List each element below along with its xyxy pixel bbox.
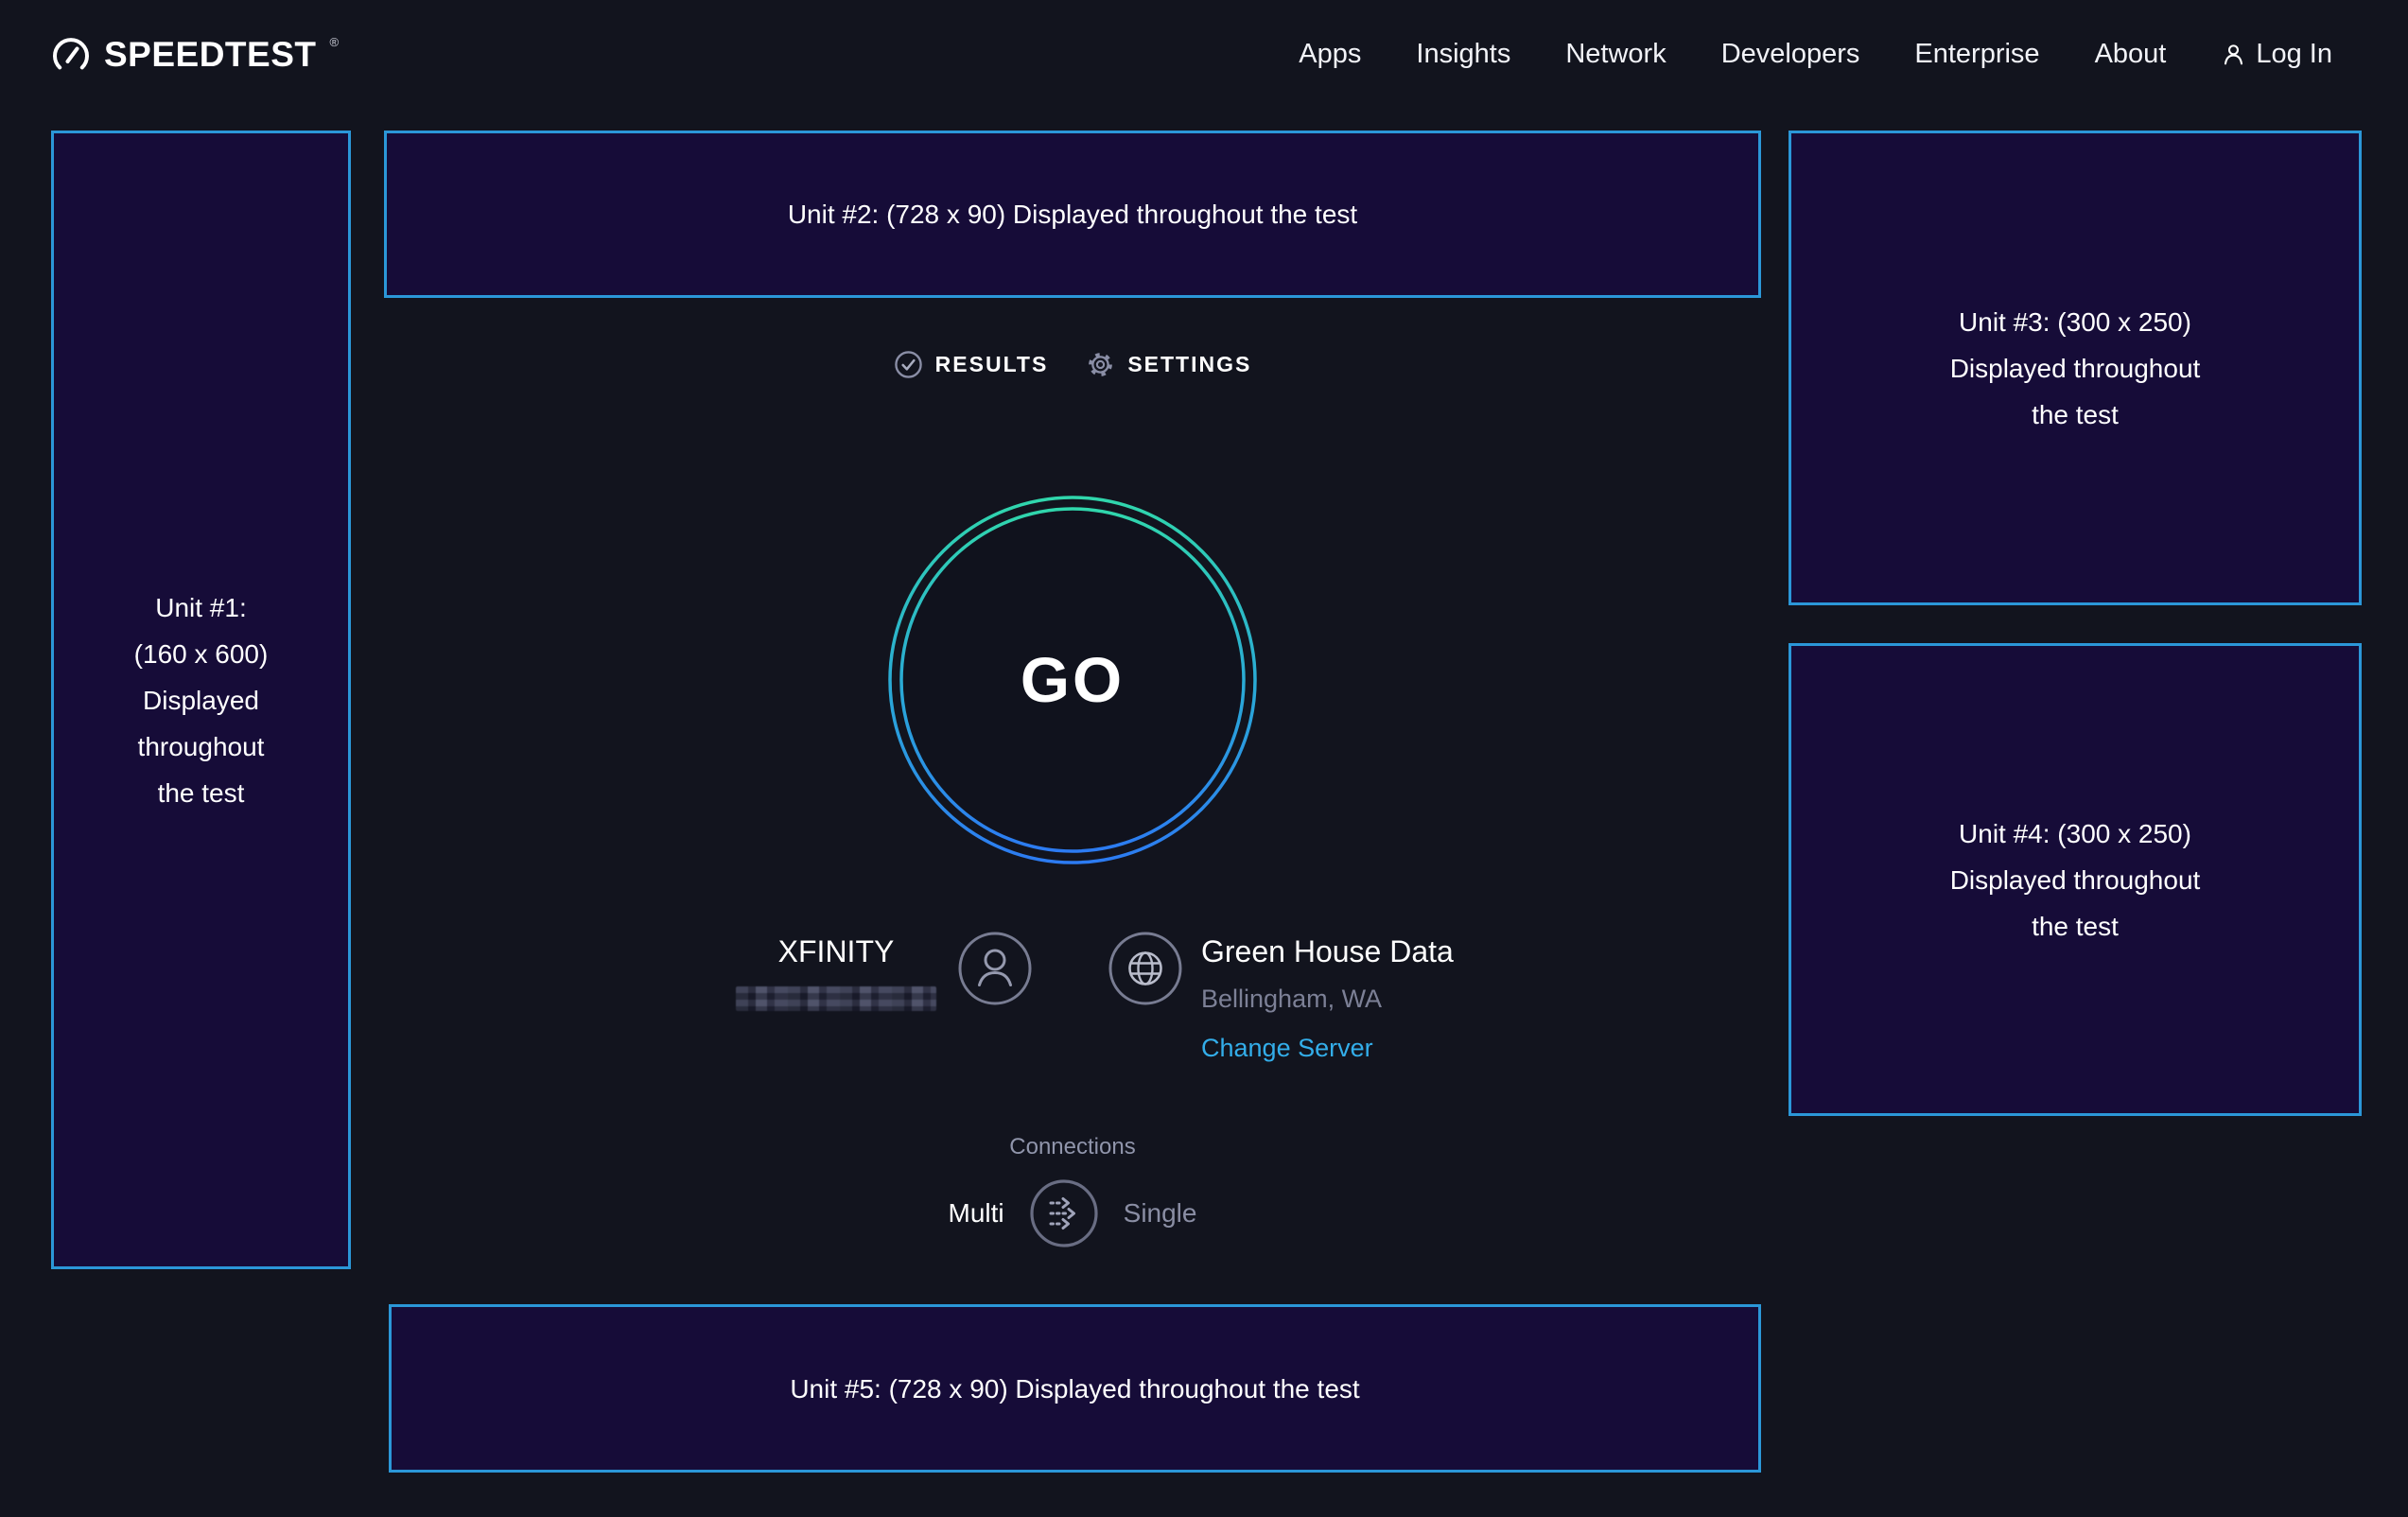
connections-label: Connections <box>883 1134 1262 1160</box>
speedtest-gauge-icon <box>51 36 91 76</box>
nav-item-about[interactable]: About <box>2095 39 2167 70</box>
nav-item-network[interactable]: Network <box>1565 39 1666 70</box>
nav-menu: Apps Insights Network Developers Enterpr… <box>1299 39 2332 70</box>
server-block: Green House Data Bellingham, WA Change S… <box>1201 934 1454 1063</box>
login-button[interactable]: Log In <box>2221 39 2332 70</box>
top-nav: SPEEDTEST ® Apps Insights Network Develo… <box>0 0 2408 109</box>
connections-multi-option[interactable]: Multi <box>949 1198 1004 1229</box>
login-label: Log In <box>2256 39 2332 70</box>
isp-user-icon <box>957 931 1033 1006</box>
go-label: GO <box>883 491 1262 869</box>
nav-item-enterprise[interactable]: Enterprise <box>1914 39 2039 70</box>
nav-item-insights[interactable]: Insights <box>1416 39 1510 70</box>
server-name: Green House Data <box>1201 934 1454 969</box>
ad-unit-4[interactable]: Unit #4: (300 x 250) Displayed throughou… <box>1789 643 2362 1116</box>
server-location: Bellingham, WA <box>1201 985 1454 1014</box>
nav-item-developers[interactable]: Developers <box>1721 39 1860 70</box>
ad-unit-5[interactable]: Unit #5: (728 x 90) Displayed throughout… <box>389 1304 1761 1473</box>
isp-block: XFINITY <box>726 934 946 1011</box>
tab-results[interactable]: RESULTS <box>894 350 1049 379</box>
ad-unit-2[interactable]: Unit #2: (728 x 90) Displayed throughout… <box>384 131 1761 298</box>
nav-item-apps[interactable]: Apps <box>1299 39 1361 70</box>
check-circle-icon <box>894 350 923 379</box>
isp-name: XFINITY <box>726 934 946 969</box>
logo-trademark: ® <box>330 35 340 49</box>
ad-unit-1[interactable]: Unit #1: (160 x 600) Displayed throughou… <box>51 131 351 1269</box>
connections-single-option[interactable]: Single <box>1124 1198 1197 1229</box>
settings-label: SETTINGS <box>1127 352 1251 377</box>
go-button[interactable]: GO <box>883 491 1262 869</box>
ad-unit-3[interactable]: Unit #3: (300 x 250) Displayed throughou… <box>1789 131 2362 605</box>
connections-toggle-icon[interactable] <box>1029 1178 1099 1248</box>
tab-settings[interactable]: SETTINGS <box>1086 350 1251 379</box>
change-server-link[interactable]: Change Server <box>1201 1034 1454 1063</box>
logo[interactable]: SPEEDTEST ® <box>51 34 339 76</box>
speedtest-page: SPEEDTEST ® Apps Insights Network Develo… <box>0 0 2408 1517</box>
results-label: RESULTS <box>935 352 1049 377</box>
connections-row: Multi Single <box>883 1177 1262 1249</box>
server-globe-icon <box>1108 931 1183 1006</box>
tabs-bar: RESULTS SETTINGS <box>789 340 1356 388</box>
masked-ip-address <box>736 986 936 1011</box>
user-icon <box>2221 42 2246 67</box>
logo-text: SPEEDTEST <box>104 34 317 76</box>
gear-icon <box>1086 350 1115 379</box>
